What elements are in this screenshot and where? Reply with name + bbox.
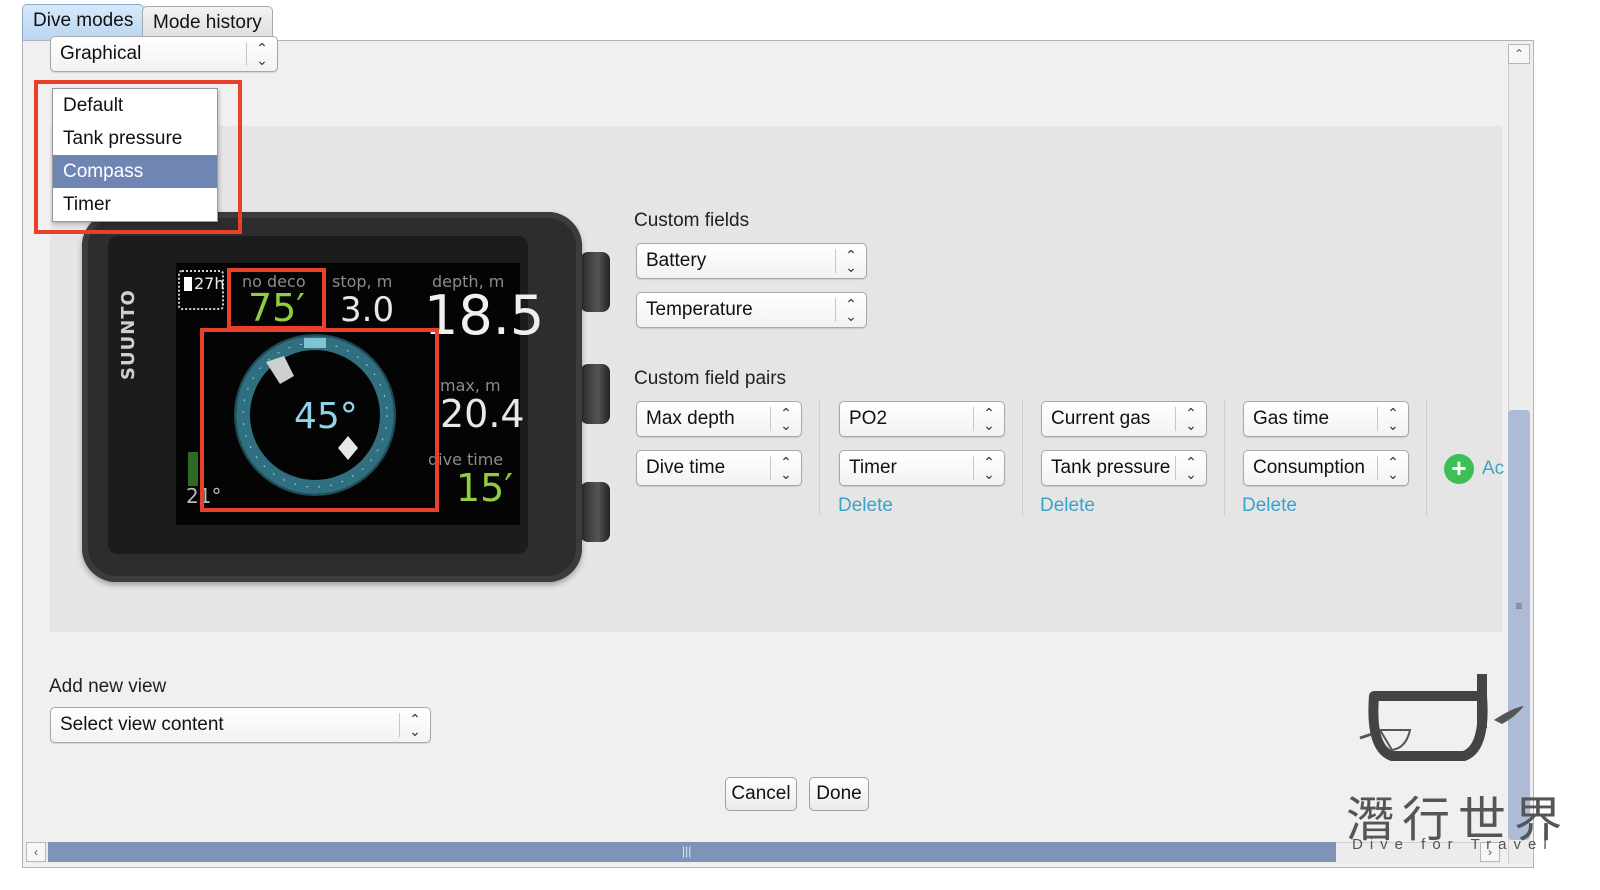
- view-content-select[interactable]: Select view content ⌃ ⌄: [50, 707, 431, 743]
- scroll-left-icon[interactable]: ‹: [26, 842, 46, 862]
- select-arrows-icon: ⌃ ⌄: [973, 455, 1004, 481]
- view-type-select[interactable]: Graphical ⌃ ⌄: [50, 36, 278, 72]
- pair-divider: [819, 400, 820, 516]
- add-pair-icon[interactable]: +: [1444, 454, 1474, 484]
- pair-4-bottom-select[interactable]: Consumption ⌃ ⌄: [1243, 450, 1409, 486]
- view-content-dropdown[interactable]: Default Tank pressure Compass Timer: [52, 88, 218, 222]
- pair-2-top-select[interactable]: PO2 ⌃ ⌄: [839, 401, 1005, 437]
- select-arrows-icon: ⌃ ⌄: [1175, 455, 1206, 481]
- pair-3-bottom-select[interactable]: Tank pressure ⌃ ⌄: [1041, 450, 1207, 486]
- select-arrows-icon: ⌃ ⌄: [399, 712, 430, 738]
- stop-value: 3.0: [340, 290, 395, 330]
- pair-2-bottom-select[interactable]: Timer ⌃ ⌄: [839, 450, 1005, 486]
- dropdown-item-compass[interactable]: Compass: [53, 155, 217, 188]
- select-arrows-icon: ⌃ ⌄: [770, 406, 801, 432]
- horizontal-scrollbar-thumb[interactable]: [48, 842, 1336, 862]
- select-arrows-icon: ⌃ ⌄: [973, 406, 1004, 432]
- custom-field-2-value: Temperature: [646, 299, 753, 320]
- custom-field-2-select[interactable]: Temperature ⌃ ⌄: [636, 292, 867, 328]
- add-new-view-title: Add new view: [49, 676, 167, 697]
- pair-2-top-value: PO2: [849, 408, 888, 429]
- depth-value: 18.5: [424, 284, 545, 347]
- custom-field-1-select[interactable]: Battery ⌃ ⌄: [636, 243, 867, 279]
- device-button-middle: [580, 364, 610, 424]
- battery-hours: 27h: [194, 274, 225, 293]
- add-pair-link[interactable]: Ac: [1482, 458, 1504, 480]
- pair-divider: [1224, 400, 1225, 516]
- pair-3-delete-link[interactable]: Delete: [1040, 495, 1095, 517]
- cancel-button[interactable]: Cancel: [725, 777, 797, 811]
- stop-label: stop, m: [332, 272, 393, 291]
- view-content-value: Select view content: [60, 714, 224, 735]
- watermark-logo-icon: [1359, 674, 1524, 761]
- select-arrows-icon: ⌃ ⌄: [1377, 406, 1408, 432]
- dropdown-item-default[interactable]: Default: [53, 89, 217, 122]
- select-arrows-icon: ⌃ ⌄: [246, 41, 277, 67]
- pair-1-top-value: Max depth: [646, 408, 735, 429]
- select-arrows-icon: ⌃ ⌄: [1175, 406, 1206, 432]
- h-scroll-grip-icon: |||: [682, 844, 692, 858]
- device-button-bottom: [580, 482, 610, 542]
- select-arrows-icon: ⌃ ⌄: [770, 455, 801, 481]
- tab-dive-modes[interactable]: Dive modes: [22, 4, 145, 40]
- pair-2-bottom-value: Timer: [849, 457, 897, 478]
- gauge-bar: [188, 452, 198, 486]
- pair-2-delete-link[interactable]: Delete: [838, 495, 893, 517]
- pair-divider: [1426, 400, 1427, 516]
- custom-field-pairs-title: Custom field pairs: [634, 368, 787, 389]
- highlight-no-deco: [227, 268, 326, 330]
- dive-time-value: 15′: [456, 466, 513, 510]
- vertical-scrollbar-thumb[interactable]: [1508, 410, 1530, 840]
- pair-4-top-value: Gas time: [1253, 408, 1330, 429]
- select-arrows-icon: ⌃ ⌄: [1377, 455, 1408, 481]
- pair-4-top-select[interactable]: Gas time ⌃ ⌄: [1243, 401, 1409, 437]
- view-type-value: Graphical: [60, 43, 142, 64]
- pair-3-bottom-value: Tank pressure: [1051, 457, 1171, 478]
- pair-1-bottom-select[interactable]: Dive time ⌃ ⌄: [636, 450, 802, 486]
- scroll-grip-icon: ≡: [1515, 599, 1523, 613]
- pair-1-top-select[interactable]: Max depth ⌃ ⌄: [636, 401, 802, 437]
- device-button-top: [580, 252, 610, 312]
- dropdown-item-tank-pressure[interactable]: Tank pressure: [53, 122, 217, 155]
- watermark-english-text: Dive for Travel: [1352, 836, 1554, 853]
- pair-4-delete-link[interactable]: Delete: [1242, 495, 1297, 517]
- pair-1-bottom-value: Dive time: [646, 457, 726, 478]
- pair-3-top-value: Current gas: [1051, 408, 1151, 429]
- battery-icon: [184, 277, 192, 291]
- battery-indicator: 27h: [178, 270, 225, 310]
- tab-mode-history[interactable]: Mode history: [142, 6, 273, 38]
- done-button[interactable]: Done: [809, 777, 869, 811]
- custom-fields-title: Custom fields: [634, 210, 750, 231]
- select-arrows-icon: ⌃ ⌄: [835, 248, 866, 274]
- max-depth-value: 20.4: [440, 392, 525, 436]
- select-arrows-icon: ⌃ ⌄: [835, 297, 866, 323]
- highlight-compass: [200, 328, 439, 512]
- pair-divider: [1022, 400, 1023, 516]
- dropdown-item-timer[interactable]: Timer: [53, 188, 217, 221]
- custom-field-1-value: Battery: [646, 250, 707, 271]
- scroll-up-icon[interactable]: ⌃: [1508, 44, 1530, 64]
- pair-4-bottom-value: Consumption: [1253, 457, 1365, 478]
- pair-3-top-select[interactable]: Current gas ⌃ ⌄: [1041, 401, 1207, 437]
- brand-logo: SUUNTO: [118, 289, 139, 380]
